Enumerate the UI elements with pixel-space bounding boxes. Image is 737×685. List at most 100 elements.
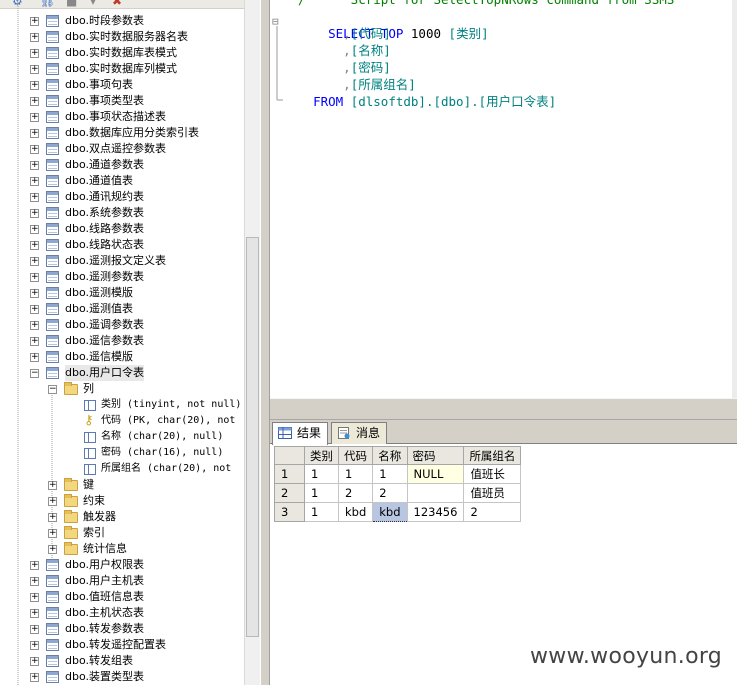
tree-node-table[interactable]: + dbo.实时数据库表模式 — [0, 45, 244, 61]
editor-scrollbar[interactable] — [732, 0, 737, 398]
tree-node-table[interactable]: + dbo.遥信参数表 — [0, 333, 244, 349]
tree-node-table[interactable]: + dbo.通道参数表 — [0, 157, 244, 173]
tree-node-table[interactable]: − dbo.用户口令表 — [0, 365, 244, 381]
tree-node-table[interactable]: + dbo.转发组表 — [0, 653, 244, 669]
tree-node-table[interactable]: + dbo.主机状态表 — [0, 605, 244, 621]
tree-node-table[interactable]: + dbo.装置类型表 — [0, 669, 244, 685]
expand-icon[interactable]: + — [30, 161, 39, 170]
expand-icon[interactable]: + — [30, 353, 39, 362]
tree-node-table[interactable]: + dbo.实时数据服务器名表 — [0, 29, 244, 45]
column-header[interactable]: 所属组名 — [463, 446, 522, 465]
tree-node-table[interactable]: + dbo.事项句表 — [0, 77, 244, 93]
tree-node-table[interactable]: + dbo.通讯规约表 — [0, 189, 244, 205]
expand-icon[interactable]: + — [30, 609, 39, 618]
expand-icon[interactable]: + — [30, 257, 39, 266]
expand-icon[interactable]: + — [30, 273, 39, 282]
table-cell[interactable]: 1 — [304, 502, 339, 522]
table-cell[interactable]: kbd — [372, 502, 408, 522]
expand-icon[interactable]: + — [30, 657, 39, 666]
expand-icon[interactable]: + — [30, 145, 39, 154]
expand-icon[interactable]: + — [48, 545, 57, 554]
expand-icon[interactable]: + — [30, 65, 39, 74]
expand-icon[interactable]: + — [30, 561, 39, 570]
tree-node-table[interactable]: + dbo.值班信息表 — [0, 589, 244, 605]
row-number[interactable]: 2 — [274, 483, 305, 503]
expand-icon[interactable]: + — [30, 673, 39, 682]
tab-results[interactable]: 结果 — [272, 422, 329, 445]
expand-icon[interactable]: + — [30, 129, 39, 138]
table-row[interactable]: 1 1 1 1 NULL 值班长 — [274, 464, 522, 484]
table-row[interactable]: 2 1 2 2 值班员 — [274, 483, 522, 503]
tree-node-column[interactable]: 所属组名 (char(20), not — [0, 461, 244, 477]
expand-icon[interactable]: + — [30, 17, 39, 26]
expand-icon[interactable]: + — [30, 593, 39, 602]
table-cell[interactable] — [406, 483, 465, 503]
expand-icon[interactable]: + — [30, 49, 39, 58]
tree-node-table[interactable]: + dbo.用户主机表 — [0, 573, 244, 589]
expand-icon[interactable]: + — [30, 625, 39, 634]
table-cell[interactable]: 1 — [304, 483, 339, 503]
tree-node-table[interactable]: + dbo.用户权限表 — [0, 557, 244, 573]
tree-node-table[interactable]: + dbo.双点遥控参数表 — [0, 141, 244, 157]
explorer-scrollbar[interactable] — [244, 0, 260, 685]
row-number[interactable]: 1 — [274, 464, 305, 484]
tree-node-table[interactable]: + dbo.遥测值表 — [0, 301, 244, 317]
tree-node-table[interactable]: + dbo.事项类型表 — [0, 93, 244, 109]
tree-node-table[interactable]: + dbo.数据库应用分类索引表 — [0, 125, 244, 141]
tree-node-table[interactable]: + dbo.线路状态表 — [0, 237, 244, 253]
column-header[interactable]: 密码 — [406, 446, 465, 465]
expand-icon[interactable]: + — [30, 305, 39, 314]
table-row[interactable]: 3 1 kbd kbd 123456 2 — [274, 502, 522, 522]
table-cell[interactable]: 2 — [463, 502, 522, 522]
expand-icon[interactable]: + — [30, 81, 39, 90]
expand-icon[interactable]: + — [48, 529, 57, 538]
tree-node-table[interactable]: + dbo.通道值表 — [0, 173, 244, 189]
expand-icon[interactable]: + — [30, 641, 39, 650]
tree-node-table[interactable]: + dbo.实时数据库列模式 — [0, 61, 244, 77]
pane-splitter[interactable] — [260, 0, 270, 685]
table-cell[interactable]: 1 — [372, 464, 408, 484]
table-cell[interactable]: 值班长 — [463, 464, 522, 484]
table-cell[interactable]: 123456 — [406, 502, 465, 522]
editor-results-splitter[interactable] — [270, 398, 737, 420]
column-header[interactable]: 类别 — [304, 446, 339, 465]
expand-icon[interactable]: + — [30, 577, 39, 586]
corner-cell[interactable] — [274, 446, 305, 465]
collapse-icon[interactable]: − — [48, 385, 57, 394]
tree-node-folder[interactable]: + 触发器 — [0, 509, 244, 525]
tree-node-table[interactable]: + dbo.遥测参数表 — [0, 269, 244, 285]
table-cell[interactable]: 2 — [337, 483, 374, 503]
tree-node-table[interactable]: + dbo.转发参数表 — [0, 621, 244, 637]
expand-icon[interactable]: + — [48, 497, 57, 506]
column-header[interactable]: 名称 — [372, 446, 408, 465]
collapse-icon[interactable]: − — [30, 369, 39, 378]
tree-node-table[interactable]: + dbo.事项状态描述表 — [0, 109, 244, 125]
expand-icon[interactable]: + — [30, 193, 39, 202]
tree-node-table[interactable]: + dbo.遥调参数表 — [0, 317, 244, 333]
expand-icon[interactable]: + — [30, 321, 39, 330]
table-cell[interactable]: kbd — [337, 502, 374, 522]
expand-icon[interactable]: + — [30, 289, 39, 298]
tree-node-folder[interactable]: + 统计信息 — [0, 541, 244, 557]
expand-icon[interactable]: + — [30, 241, 39, 250]
tree-node-column[interactable]: 名称 (char(20), null) — [0, 429, 244, 445]
expand-icon[interactable]: + — [48, 513, 57, 522]
tab-messages[interactable]: 消息 — [331, 422, 388, 444]
tree-node-column[interactable]: 类别 (tinyint, not null) — [0, 397, 244, 413]
expand-icon[interactable]: + — [30, 209, 39, 218]
tree-node-table[interactable]: + dbo.时段参数表 — [0, 13, 244, 29]
tree-node-table[interactable]: + dbo.遥测模版 — [0, 285, 244, 301]
tree-node-folder[interactable]: + 约束 — [0, 493, 244, 509]
expand-icon[interactable]: + — [30, 97, 39, 106]
tree-node-table[interactable]: + dbo.线路参数表 — [0, 221, 244, 237]
query-editor[interactable]: ⊟ / Script for SelectTopNRows command fr… — [270, 0, 737, 398]
table-cell[interactable]: 1 — [304, 464, 339, 484]
explorer-scroll-thumb[interactable] — [246, 237, 259, 637]
tree-node-column[interactable]: 密码 (char(16), null) — [0, 445, 244, 461]
expand-icon[interactable]: + — [30, 33, 39, 42]
expand-icon[interactable]: + — [30, 113, 39, 122]
table-cell[interactable]: NULL — [406, 464, 465, 484]
tree-node-folder[interactable]: − 列 — [0, 381, 244, 397]
expand-icon[interactable]: + — [30, 225, 39, 234]
expand-icon[interactable]: + — [30, 337, 39, 346]
